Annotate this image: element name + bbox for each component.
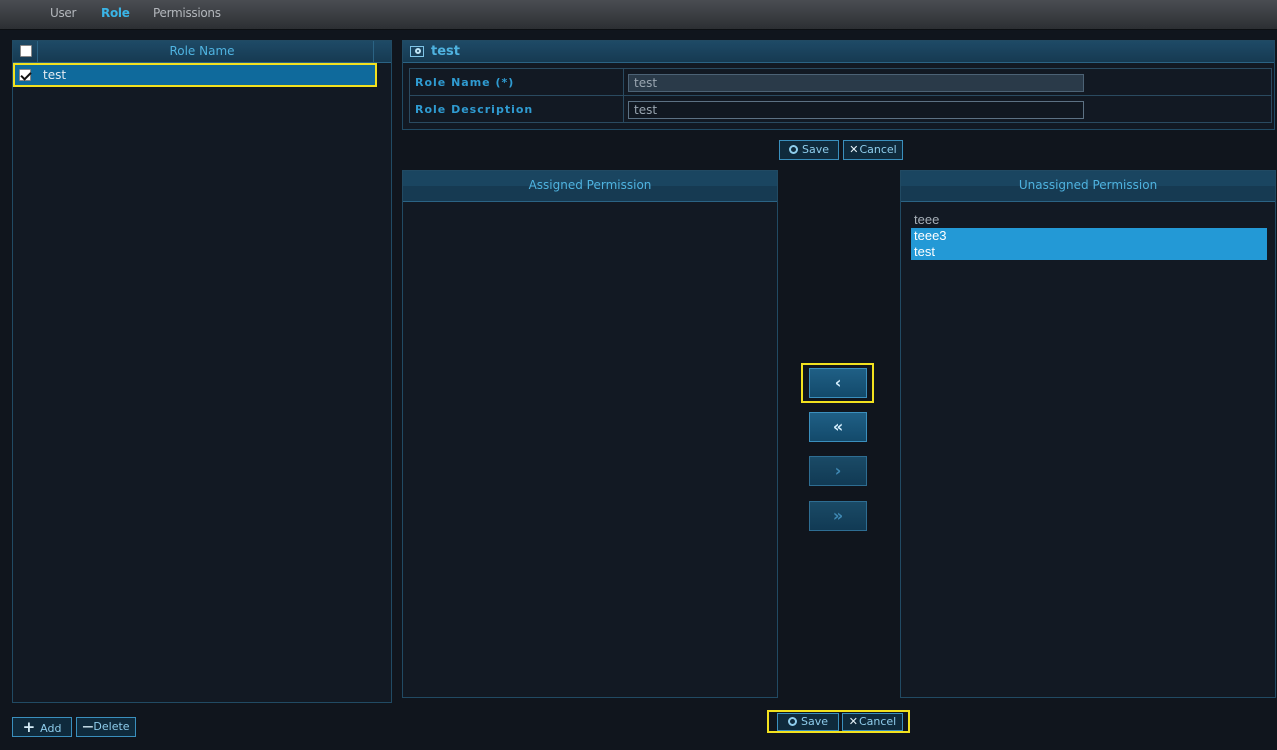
unassigned-items: teee teee3 test: [911, 212, 1267, 260]
role-description-label: Role Description: [409, 95, 624, 123]
save-label: Save: [800, 715, 828, 728]
select-all-checkbox[interactable]: [20, 45, 32, 57]
row-checkbox[interactable]: [19, 69, 31, 81]
list-item[interactable]: teee: [911, 212, 1267, 228]
plus-icon: +: [22, 718, 36, 736]
save-label: Save: [801, 143, 829, 156]
role-detail-panel: test Role Name (*) Role Description: [402, 40, 1275, 130]
remove-all-button[interactable]: »: [809, 501, 867, 531]
footer-cancel-button[interactable]: ✕Cancel: [842, 713, 903, 731]
tab-role[interactable]: Role: [101, 6, 130, 20]
delete-button[interactable]: —Delete: [76, 717, 136, 737]
role-name-label: Role Name (*): [409, 68, 624, 96]
assigned-permission-header: Assigned Permission: [403, 171, 777, 202]
column-divider: [37, 41, 38, 62]
detail-save-button[interactable]: Save: [779, 140, 839, 160]
tab-permissions[interactable]: Permissions: [153, 6, 221, 20]
detail-cancel-button[interactable]: ✕Cancel: [843, 140, 903, 160]
refresh-icon: [788, 145, 798, 154]
list-item[interactable]: test: [911, 244, 1267, 260]
unassigned-permission-list[interactable]: Unassigned Permission teee teee3 test: [900, 170, 1276, 698]
role-grid-header: Role Name: [13, 41, 391, 63]
detail-title-bar: test: [403, 41, 1274, 63]
list-item[interactable]: teee3: [911, 228, 1267, 244]
cancel-label: Cancel: [859, 143, 897, 156]
remove-selected-button[interactable]: ›: [809, 456, 867, 486]
table-row[interactable]: test: [13, 63, 377, 87]
role-description-field[interactable]: [628, 101, 1084, 119]
footer-save-button[interactable]: Save: [777, 713, 839, 731]
column-divider: [373, 41, 374, 62]
add-label: Add: [40, 722, 62, 735]
refresh-icon: [787, 717, 797, 726]
close-icon: ✕: [848, 715, 858, 728]
tab-user[interactable]: User: [50, 6, 76, 20]
minus-icon: —: [82, 720, 94, 733]
assigned-permission-list[interactable]: Assigned Permission: [402, 170, 778, 698]
close-icon: ✕: [849, 143, 859, 156]
unassigned-permission-header: Unassigned Permission: [901, 171, 1275, 202]
add-all-button[interactable]: «: [809, 412, 867, 442]
role-name-cell: test: [43, 68, 67, 82]
top-nav: User Role Permissions: [0, 0, 1277, 30]
role-grid: Role Name test: [12, 40, 392, 703]
cancel-label: Cancel: [858, 715, 897, 728]
role-name-column-header[interactable]: Role Name: [169, 44, 234, 58]
delete-label: Delete: [93, 720, 130, 733]
add-button[interactable]: + Add: [12, 717, 72, 737]
search-icon: [410, 46, 424, 57]
detail-title: test: [431, 44, 460, 59]
add-selected-button[interactable]: ‹: [809, 368, 867, 398]
role-form: Role Name (*) Role Description: [409, 68, 1272, 123]
role-name-field[interactable]: [628, 74, 1084, 92]
